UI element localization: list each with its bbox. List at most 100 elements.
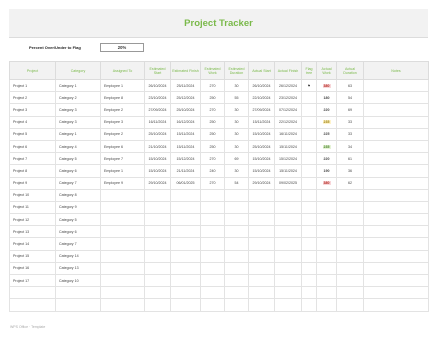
cell-estimated-finish[interactable] (170, 298, 201, 312)
cell-project[interactable] (9, 286, 56, 300)
cell-project[interactable]: Project 3 (9, 103, 56, 117)
cell-category[interactable]: Category 1 (55, 78, 101, 93)
cell-actual-start[interactable] (248, 273, 275, 288)
cell-estimated-duration[interactable]: 30 (224, 127, 249, 141)
cell-project[interactable]: Project 11 (9, 200, 56, 215)
cell-assigned-to[interactable] (100, 225, 145, 239)
cell-estimated-finish[interactable] (170, 213, 201, 227)
cell-estimated-start[interactable] (144, 188, 171, 202)
cell-actual-finish[interactable] (274, 200, 302, 215)
cell-notes[interactable] (363, 188, 429, 202)
cell-actual-duration[interactable]: 63 (336, 78, 364, 93)
cell-actual-start[interactable]: 27/09/2024 (248, 103, 275, 117)
cell-actual-finish[interactable]: 15/12/2024 (274, 152, 302, 166)
cell-category[interactable]: Category 14 (55, 249, 101, 263)
cell-category[interactable]: Category 5 (55, 213, 101, 227)
cell-project[interactable]: Project 17 (9, 273, 56, 288)
cell-project[interactable]: Project 9 (9, 176, 56, 190)
cell-actual-start[interactable] (248, 188, 275, 202)
cell-estimated-finish[interactable]: 25/10/2024 (170, 103, 201, 117)
flag-icon[interactable] (301, 213, 317, 227)
cell-estimated-finish[interactable]: 16/12/2024 (170, 115, 201, 129)
cell-actual-finish[interactable] (274, 286, 302, 300)
cell-actual-finish[interactable]: 23/12/2024 (274, 91, 302, 105)
cell-estimated-work[interactable]: 250 (200, 91, 225, 105)
cell-estimated-start[interactable]: 21/10/2024 (144, 139, 171, 154)
cell-estimated-finish[interactable]: 15/12/2024 (170, 152, 201, 166)
cell-notes[interactable] (363, 139, 429, 154)
cell-estimated-work[interactable]: 250 (200, 115, 225, 129)
flag-threshold-input[interactable]: 20% (100, 43, 144, 52)
cell-estimated-finish[interactable]: 15/11/2024 (170, 127, 201, 141)
col-header-actual-work[interactable]: Actual Work (316, 61, 337, 80)
cell-estimated-work[interactable] (200, 249, 225, 263)
col-header-actual-finish[interactable]: Actual Finish (274, 61, 302, 80)
flag-icon[interactable] (301, 103, 317, 117)
cell-assigned-to[interactable] (100, 273, 145, 288)
cell-actual-finish[interactable] (274, 213, 302, 227)
cell-assigned-to[interactable]: Employee 7 (100, 152, 145, 166)
cell-actual-work[interactable] (316, 200, 337, 215)
cell-estimated-work[interactable]: 270 (200, 152, 225, 166)
cell-estimated-finish[interactable] (170, 188, 201, 202)
cell-notes[interactable] (363, 78, 429, 93)
flag-icon[interactable] (301, 152, 317, 166)
cell-actual-duration[interactable]: 36 (336, 164, 364, 178)
cell-actual-finish[interactable] (274, 298, 302, 312)
cell-actual-start[interactable]: 15/10/2024 (248, 127, 275, 141)
cell-actual-finish[interactable] (274, 261, 302, 276)
cell-notes[interactable] (363, 91, 429, 105)
cell-actual-duration[interactable]: 61 (336, 152, 364, 166)
cell-estimated-duration[interactable]: 55 (224, 91, 249, 105)
cell-category[interactable]: Category 2 (55, 91, 101, 105)
cell-estimated-start[interactable]: 15/10/2024 (144, 164, 171, 178)
flag-icon[interactable] (301, 237, 317, 251)
cell-actual-work[interactable] (316, 213, 337, 227)
cell-actual-work[interactable]: 220 (316, 103, 337, 117)
cell-notes[interactable] (363, 127, 429, 141)
cell-estimated-work[interactable]: 270 (200, 176, 225, 190)
cell-estimated-duration[interactable]: 30 (224, 103, 249, 117)
flag-icon[interactable] (301, 127, 317, 141)
cell-project[interactable]: Project 10 (9, 188, 56, 202)
cell-estimated-duration[interactable] (224, 273, 249, 288)
cell-assigned-to[interactable]: Employee 9 (100, 176, 145, 190)
cell-actual-start[interactable]: 22/10/2024 (248, 91, 275, 105)
cell-category[interactable]: Category 6 (55, 225, 101, 239)
col-header-project[interactable]: Project (9, 61, 56, 80)
cell-category[interactable]: Category 6 (55, 164, 101, 178)
cell-estimated-finish[interactable] (170, 273, 201, 288)
cell-actual-finish[interactable]: 15/11/2024 (274, 139, 302, 154)
cell-actual-start[interactable] (248, 237, 275, 251)
cell-actual-start[interactable] (248, 286, 275, 300)
cell-category[interactable]: Category 13 (55, 261, 101, 276)
cell-assigned-to[interactable]: Employee 1 (100, 164, 145, 178)
cell-actual-start[interactable] (248, 298, 275, 312)
cell-actual-work[interactable] (316, 273, 337, 288)
cell-notes[interactable] (363, 261, 429, 276)
cell-actual-start[interactable] (248, 213, 275, 227)
cell-actual-duration[interactable] (336, 225, 364, 239)
flag-icon[interactable] (301, 176, 317, 190)
cell-project[interactable]: Project 14 (9, 237, 56, 251)
cell-category[interactable] (55, 298, 101, 312)
cell-actual-duration[interactable] (336, 200, 364, 215)
cell-category[interactable] (55, 286, 101, 300)
cell-actual-duration[interactable] (336, 261, 364, 276)
cell-actual-finish[interactable] (274, 188, 302, 202)
cell-assigned-to[interactable]: Employee 8 (100, 91, 145, 105)
cell-actual-duration[interactable]: 62 (336, 176, 364, 190)
cell-project[interactable]: Project 4 (9, 115, 56, 129)
cell-actual-work[interactable]: 220 (316, 152, 337, 166)
cell-estimated-duration[interactable]: 30 (224, 164, 249, 178)
cell-estimated-work[interactable]: 270 (200, 103, 225, 117)
cell-actual-duration[interactable]: 54 (336, 91, 364, 105)
cell-notes[interactable] (363, 103, 429, 117)
cell-estimated-start[interactable]: 16/11/2024 (144, 115, 171, 129)
cell-estimated-work[interactable] (200, 298, 225, 312)
flag-icon[interactable] (301, 286, 317, 300)
cell-actual-start[interactable]: 15/10/2024 (248, 152, 275, 166)
cell-estimated-start[interactable] (144, 261, 171, 276)
cell-estimated-start[interactable] (144, 200, 171, 215)
cell-project[interactable]: Project 12 (9, 213, 56, 227)
